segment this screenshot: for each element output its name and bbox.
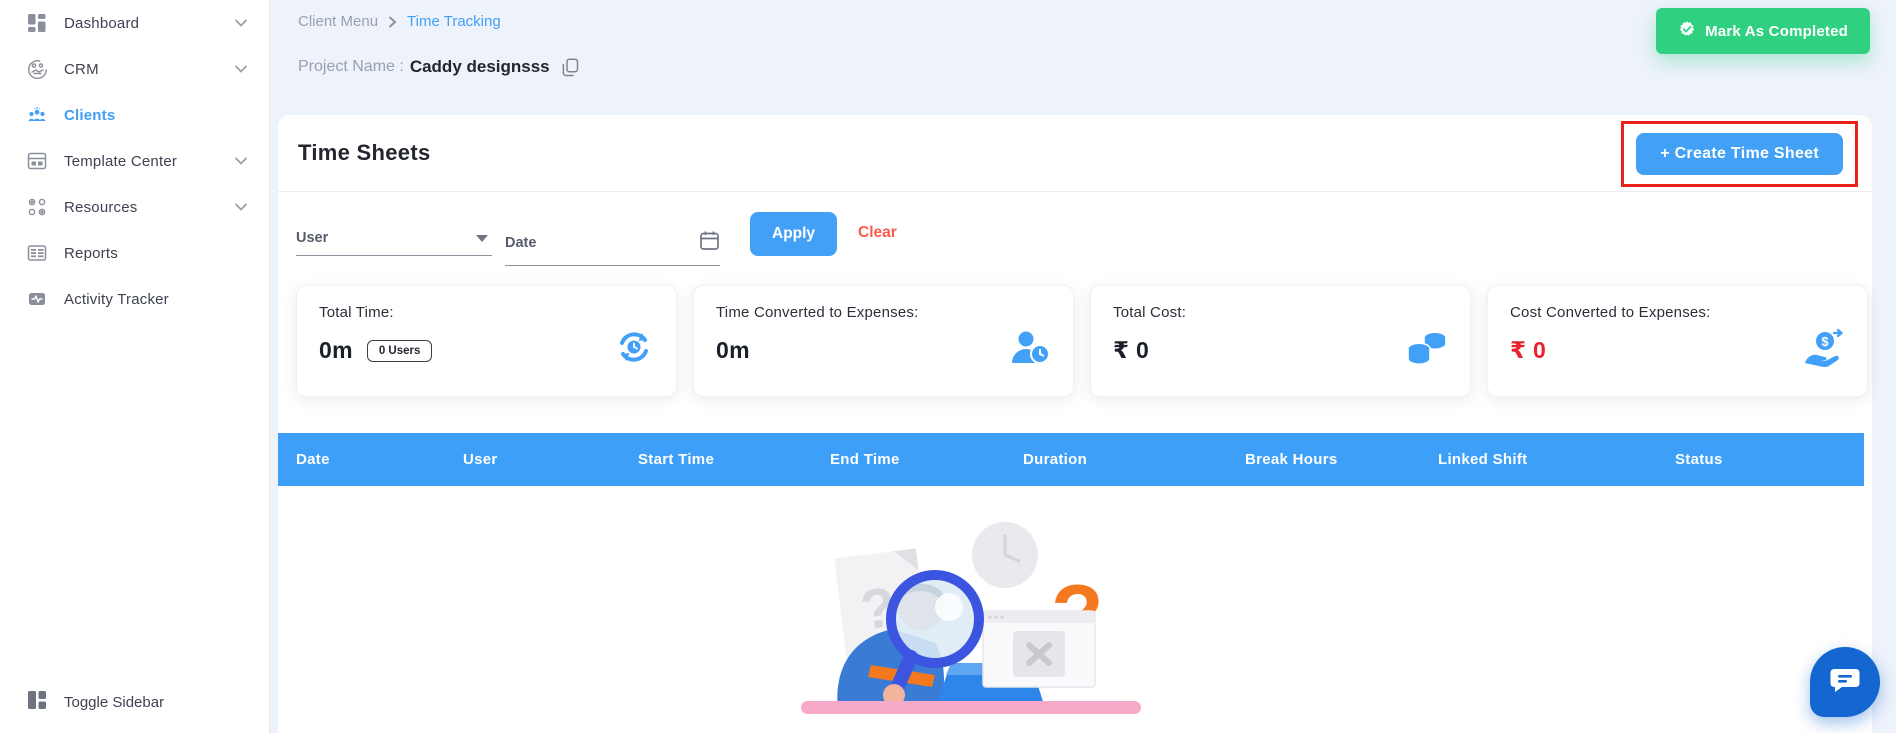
- date-filter-input[interactable]: [505, 235, 699, 251]
- crm-icon: [26, 58, 48, 80]
- stat-value: ₹ 0: [1510, 337, 1547, 363]
- time-sheets-panel: Time Sheets + Create Time Sheet Apply: [278, 115, 1872, 733]
- sidebar-item-label: Dashboard: [64, 14, 140, 32]
- timesheets-table-header: Date User Start Time End Time Duration B…: [278, 433, 1864, 486]
- filters-row: Apply Clear: [278, 192, 1872, 287]
- column-header-end-time: End Time: [830, 451, 900, 468]
- main-content: Client Menu Time Tracking Project Name :…: [270, 0, 1896, 733]
- toggle-sidebar-icon: [26, 689, 48, 715]
- sidebar-item-label: Template Center: [64, 152, 178, 170]
- dashboard-icon: [26, 12, 48, 34]
- svg-text:$: $: [1821, 334, 1829, 349]
- clients-icon: [26, 104, 48, 126]
- project-name-row: Project Name : Caddy designsss: [298, 57, 579, 77]
- activity-tracker-icon: [26, 288, 48, 310]
- resources-icon: [26, 196, 48, 218]
- column-header-status: Status: [1675, 451, 1723, 468]
- toggle-sidebar-label: Toggle Sidebar: [64, 693, 165, 711]
- chat-bubble-icon: [1830, 667, 1860, 698]
- stat-card-total-cost: Total Cost: ₹ 0: [1090, 285, 1471, 397]
- stats-row: Total Time: 0m 0 Users Time Converted to…: [296, 285, 1868, 397]
- stat-card-cost-converted: Cost Converted to Expenses: ₹ 0 $: [1487, 285, 1868, 397]
- copy-icon[interactable]: [562, 57, 579, 77]
- sidebar-item-activity-tracker[interactable]: Activity Tracker: [0, 276, 269, 322]
- sidebar-item-resources[interactable]: Resources: [0, 184, 269, 230]
- stat-card-time-converted: Time Converted to Expenses: 0m: [693, 285, 1074, 397]
- column-header-duration: Duration: [1023, 451, 1088, 468]
- stat-label: Total Time:: [319, 304, 394, 321]
- annotation-highlight-box: + Create Time Sheet: [1621, 121, 1858, 187]
- column-header-break-hours: Break Hours: [1245, 451, 1338, 468]
- project-name-label: Project Name :: [298, 58, 404, 75]
- user-filter-input[interactable]: [296, 230, 476, 246]
- sidebar-item-label: Resources: [64, 198, 138, 216]
- handshake-icon: [1678, 20, 1696, 42]
- chat-launcher-button[interactable]: [1810, 647, 1880, 717]
- toggle-sidebar-button[interactable]: Toggle Sidebar: [26, 689, 164, 715]
- stat-label: Total Cost:: [1113, 304, 1187, 321]
- column-header-linked-shift: Linked Shift: [1438, 451, 1528, 468]
- sidebar-item-dashboard[interactable]: Dashboard: [0, 0, 269, 46]
- chevron-right-icon: [388, 16, 397, 28]
- chevron-down-icon: [235, 19, 247, 27]
- app-window: Dashboard CRM Clients Template Center Re…: [0, 0, 1896, 733]
- sidebar-item-reports[interactable]: Reports: [0, 230, 269, 276]
- stat-label: Cost Converted to Expenses:: [1510, 304, 1711, 321]
- users-count-badge: 0 Users: [366, 339, 433, 362]
- date-filter-input-wrap[interactable]: [505, 230, 720, 266]
- stat-value: ₹ 0: [1113, 337, 1150, 363]
- project-name-value: Caddy designsss: [409, 57, 550, 76]
- stat-value: 0m: [716, 337, 750, 363]
- stat-card-total-time: Total Time: 0m 0 Users: [296, 285, 677, 397]
- sidebar-nav: Dashboard CRM Clients Template Center Re…: [0, 0, 269, 322]
- column-header-start-time: Start Time: [638, 451, 715, 468]
- user-filter-select[interactable]: [296, 230, 492, 256]
- reports-icon: [26, 242, 48, 264]
- column-header-date: Date: [296, 451, 330, 468]
- sidebar-item-label: Activity Tracker: [64, 290, 169, 308]
- sidebar-item-template-center[interactable]: Template Center: [0, 138, 269, 184]
- refresh-time-icon[interactable]: [614, 327, 654, 367]
- sidebar-item-label: Clients: [64, 106, 116, 124]
- stat-value: 0m: [319, 337, 353, 363]
- mark-as-completed-button[interactable]: Mark As Completed: [1656, 8, 1870, 54]
- chevron-down-icon: [235, 157, 247, 165]
- column-header-user: User: [463, 451, 498, 468]
- sidebar-item-crm[interactable]: CRM: [0, 46, 269, 92]
- calendar-icon: [699, 230, 720, 256]
- apply-button[interactable]: Apply: [750, 212, 838, 256]
- sidebar-item-clients[interactable]: Clients: [0, 92, 269, 138]
- stat-label: Time Converted to Expenses:: [716, 304, 919, 321]
- sidebar-item-label: CRM: [64, 60, 99, 78]
- create-time-sheet-button[interactable]: + Create Time Sheet: [1636, 133, 1843, 175]
- breadcrumb-time-tracking[interactable]: Time Tracking: [407, 13, 501, 30]
- sidebar-item-label: Reports: [64, 244, 118, 262]
- breadcrumb: Client Menu Time Tracking: [298, 13, 501, 30]
- chevron-down-icon: [235, 65, 247, 73]
- coins-icon: [1406, 328, 1448, 366]
- sidebar: Dashboard CRM Clients Template Center Re…: [0, 0, 270, 733]
- panel-header: Time Sheets + Create Time Sheet: [278, 115, 1872, 192]
- mark-as-completed-label: Mark As Completed: [1705, 22, 1848, 40]
- user-time-icon: [1009, 327, 1051, 367]
- chevron-down-icon: [235, 203, 247, 211]
- page-title: Time Sheets: [298, 140, 431, 165]
- clear-button[interactable]: Clear: [858, 224, 897, 242]
- breadcrumb-client-menu[interactable]: Client Menu: [298, 13, 378, 30]
- template-center-icon: [26, 150, 48, 172]
- chevron-down-icon: [476, 234, 488, 242]
- hand-money-icon: $: [1803, 327, 1845, 367]
- no-timesheets-illustration: ? ?: [783, 515, 1168, 715]
